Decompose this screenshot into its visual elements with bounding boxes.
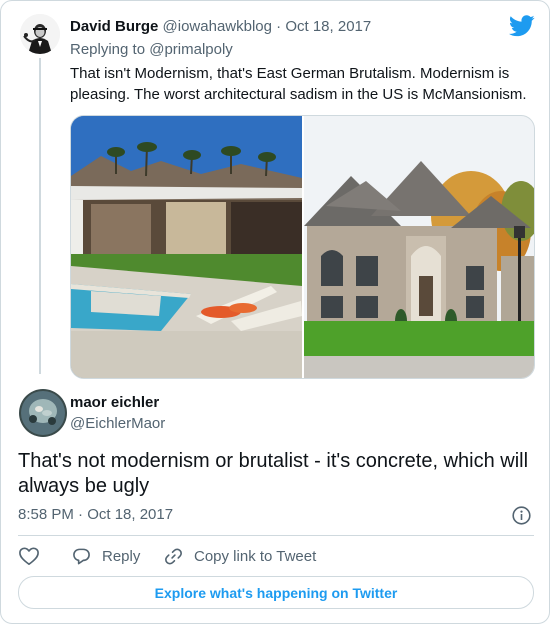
replying-to-label: Replying to — [70, 41, 150, 58]
divider — [18, 535, 534, 536]
reply-button[interactable]: Reply — [72, 547, 164, 566]
reply-tweet-text: That's not modernism or brutalist - it's… — [18, 450, 529, 497]
info-icon[interactable] — [512, 506, 531, 525]
heart-icon — [18, 546, 51, 566]
reply-author-avatar[interactable] — [19, 389, 67, 437]
parent-tweet-text: That isn't Modernism, that's East German… — [70, 65, 527, 103]
reply-author-handle[interactable]: @EichlerMaor — [70, 414, 165, 434]
speech-bubble-icon — [72, 547, 102, 566]
link-icon — [164, 547, 194, 566]
reply-label: Reply — [102, 547, 141, 565]
copy-link-label: Copy link to Tweet — [194, 547, 317, 565]
reply-timestamp[interactable]: 8:58 PM · Oct 18, 2017 — [18, 505, 173, 525]
author-handle[interactable]: @iowahawkblog — [163, 18, 272, 35]
thread-connector-line — [39, 58, 41, 374]
copy-link-button[interactable]: Copy link to Tweet — [164, 547, 316, 566]
author-avatar[interactable] — [20, 14, 60, 54]
replying-to-mention[interactable]: @primalpoly — [149, 41, 233, 58]
reply-author-name[interactable]: maor eichler — [70, 393, 159, 413]
parent-tweet-media[interactable] — [70, 115, 535, 379]
twitter-bird-icon[interactable] — [509, 15, 535, 37]
embedded-tweet-card: David Burge @iowahawkblog · Oct 18, 2017… — [0, 0, 550, 624]
mcmansion-photo — [304, 116, 534, 378]
dot-separator: · — [276, 18, 282, 35]
tweet-date[interactable]: Oct 18, 2017 — [285, 18, 371, 35]
modernist-house-photo — [71, 116, 302, 378]
explore-twitter-button[interactable]: Explore what's happening on Twitter — [18, 576, 534, 609]
like-button[interactable] — [18, 546, 72, 566]
action-bar: Reply Copy link to Tweet — [18, 545, 316, 567]
parent-tweet-header: David Burge @iowahawkblog · Oct 18, 2017 — [70, 17, 371, 37]
replying-to-line: Replying to @primalpoly — [70, 40, 233, 60]
author-name[interactable]: David Burge — [70, 18, 158, 35]
